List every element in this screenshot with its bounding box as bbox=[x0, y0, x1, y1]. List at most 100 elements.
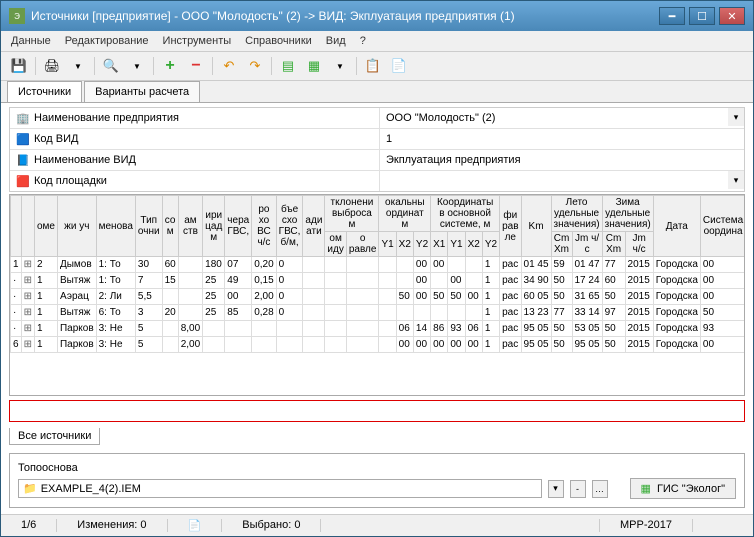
table-row[interactable]: ·⊞1Аэрац2: Ли5,525002,00050005050001рас6… bbox=[11, 289, 745, 305]
table-cell[interactable] bbox=[178, 289, 202, 305]
table-cell[interactable]: 60 bbox=[602, 273, 625, 289]
table-row[interactable]: 6⊞1Парков3: Не52,0000000000001рас95 0550… bbox=[11, 337, 745, 353]
table-cell[interactable]: 07 bbox=[225, 257, 252, 273]
gis-button[interactable]: ▦ ГИС "Эколог" bbox=[630, 478, 736, 499]
col-header[interactable]: X2 bbox=[396, 232, 413, 257]
table-cell[interactable]: ⊞ bbox=[21, 273, 34, 289]
menu-view[interactable]: Вид bbox=[326, 35, 346, 47]
col-header[interactable]: Координаты в основной системе, м bbox=[431, 196, 500, 232]
table-cell[interactable]: 2,00 bbox=[252, 289, 276, 305]
table-cell[interactable]: 7 bbox=[135, 273, 162, 289]
col-header[interactable]: ам ств bbox=[178, 196, 202, 257]
table-cell[interactable]: 00 bbox=[448, 337, 465, 353]
menu-tools[interactable]: Инструменты bbox=[163, 35, 232, 47]
table-cell[interactable] bbox=[276, 321, 303, 337]
table-cell[interactable]: 50 bbox=[431, 289, 448, 305]
table-cell[interactable] bbox=[325, 289, 346, 305]
table-cell[interactable]: ⊞ bbox=[21, 337, 34, 353]
table-cell[interactable] bbox=[162, 337, 178, 353]
table-cell[interactable]: 3 bbox=[135, 305, 162, 321]
table-cell[interactable]: 50 bbox=[551, 289, 572, 305]
dropdown-button[interactable]: ▾ bbox=[548, 480, 564, 498]
table-cell[interactable] bbox=[346, 257, 379, 273]
prop-value[interactable]: 1 bbox=[380, 129, 744, 149]
table-row[interactable]: ·⊞1Парков3: Не58,0006148693061рас95 0550… bbox=[11, 321, 745, 337]
table-cell[interactable]: · bbox=[11, 289, 22, 305]
table-cell[interactable]: 25 bbox=[203, 305, 225, 321]
table-cell[interactable]: 2015 bbox=[625, 273, 653, 289]
table-cell[interactable] bbox=[396, 305, 413, 321]
table-cell[interactable]: 00 bbox=[700, 273, 744, 289]
col-header[interactable]: оме bbox=[34, 196, 57, 257]
table-cell[interactable] bbox=[325, 273, 346, 289]
table-cell[interactable]: ⊞ bbox=[21, 305, 34, 321]
table-cell[interactable]: 50 bbox=[602, 337, 625, 353]
clear-button[interactable]: - bbox=[570, 480, 586, 498]
table-cell[interactable] bbox=[379, 257, 396, 273]
table-cell[interactable]: 1 bbox=[34, 321, 57, 337]
table-cell[interactable]: ⊞ bbox=[21, 321, 34, 337]
col-header[interactable]: X1 bbox=[431, 232, 448, 257]
table-cell[interactable]: 1: То bbox=[96, 273, 135, 289]
table-cell[interactable] bbox=[252, 321, 276, 337]
table-cell[interactable]: 50 bbox=[551, 273, 572, 289]
table-cell[interactable]: 85 bbox=[225, 305, 252, 321]
table-cell[interactable]: 1 bbox=[11, 257, 22, 273]
table-cell[interactable] bbox=[303, 257, 325, 273]
col-header[interactable]: тклонени выброса м bbox=[325, 196, 379, 232]
table-cell[interactable]: 53 05 bbox=[572, 321, 602, 337]
minimize-button[interactable]: ━ bbox=[659, 7, 685, 25]
table-cell[interactable] bbox=[178, 305, 202, 321]
table-cell[interactable]: 00 bbox=[448, 273, 465, 289]
dropdown-icon[interactable]: ▼ bbox=[330, 56, 350, 76]
table-cell[interactable]: 2015 bbox=[625, 289, 653, 305]
menu-data[interactable]: Данные bbox=[11, 35, 51, 47]
table-cell[interactable]: Дымов bbox=[57, 257, 96, 273]
paste-icon[interactable]: 📄 bbox=[389, 56, 409, 76]
table-cell[interactable]: ⊞ bbox=[21, 257, 34, 273]
table-cell[interactable]: 0,20 bbox=[252, 257, 276, 273]
col-header[interactable]: менова bbox=[96, 196, 135, 257]
table-cell[interactable]: 1: То bbox=[96, 257, 135, 273]
table-cell[interactable]: 14 bbox=[413, 321, 430, 337]
col-header[interactable] bbox=[11, 196, 22, 257]
table-cell[interactable]: 50 bbox=[551, 337, 572, 353]
table-cell[interactable]: Парков bbox=[57, 321, 96, 337]
table-cell[interactable] bbox=[448, 257, 465, 273]
table-cell[interactable]: рас bbox=[500, 257, 521, 273]
table-cell[interactable] bbox=[162, 321, 178, 337]
table-cell[interactable]: 0,15 bbox=[252, 273, 276, 289]
table-cell[interactable]: 31 65 bbox=[572, 289, 602, 305]
table-cell[interactable]: 0,28 bbox=[252, 305, 276, 321]
table-cell[interactable]: рас bbox=[500, 273, 521, 289]
table-cell[interactable]: 00 bbox=[431, 337, 448, 353]
tab-all-sources[interactable]: Все источники bbox=[9, 428, 100, 445]
col-header[interactable]: Cm Xm bbox=[602, 232, 625, 257]
table-cell[interactable] bbox=[225, 337, 252, 353]
prop-value[interactable]: Экплуатация предприятия bbox=[380, 150, 744, 170]
table-cell[interactable]: 1 bbox=[482, 273, 499, 289]
table-cell[interactable] bbox=[325, 321, 346, 337]
col-header[interactable]: X2 bbox=[465, 232, 482, 257]
table-cell[interactable]: Вытяж bbox=[57, 273, 96, 289]
table-cell[interactable] bbox=[178, 273, 202, 289]
table-cell[interactable]: 00 bbox=[225, 289, 252, 305]
table-cell[interactable]: 1 bbox=[482, 305, 499, 321]
maximize-button[interactable]: ☐ bbox=[689, 7, 715, 25]
col-header[interactable]: со м bbox=[162, 196, 178, 257]
table-cell[interactable]: 77 bbox=[551, 305, 572, 321]
table-cell[interactable]: 86 bbox=[431, 321, 448, 337]
browse-button[interactable]: … bbox=[592, 480, 608, 498]
col-header[interactable]: о равле bbox=[346, 232, 379, 257]
table-cell[interactable]: 5 bbox=[135, 337, 162, 353]
col-header[interactable]: Cm Xm bbox=[551, 232, 572, 257]
table-cell[interactable]: 50 bbox=[551, 321, 572, 337]
table-cell[interactable]: 60 bbox=[162, 257, 178, 273]
table-cell[interactable]: 00 bbox=[465, 289, 482, 305]
table-cell[interactable]: 95 05 bbox=[521, 321, 551, 337]
table-cell[interactable]: рас bbox=[500, 321, 521, 337]
col-header[interactable]: Y2 bbox=[413, 232, 430, 257]
table-cell[interactable] bbox=[431, 305, 448, 321]
table-cell[interactable]: 6 bbox=[11, 337, 22, 353]
table-cell[interactable]: 8,00 bbox=[178, 321, 202, 337]
